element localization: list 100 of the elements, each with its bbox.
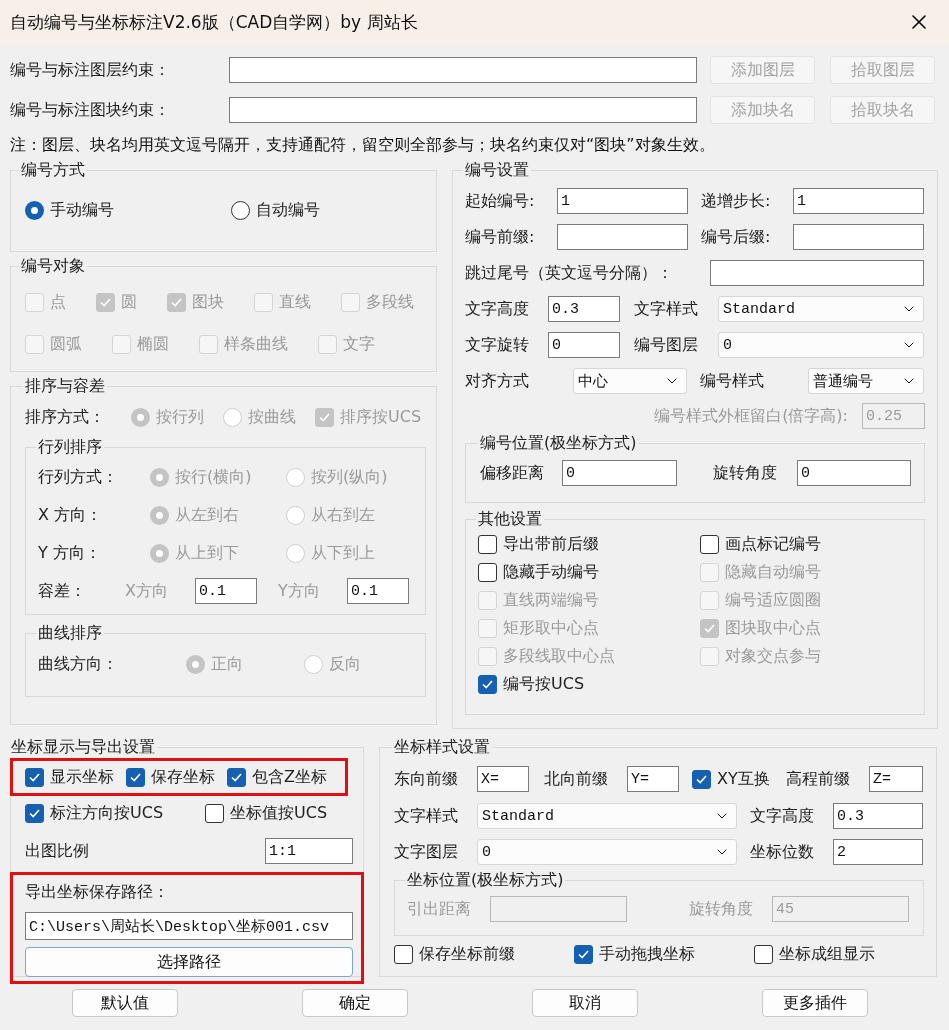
checkbox[interactable] [227,767,246,787]
checkbox[interactable] [25,803,44,823]
field-label: 坐标位数 [750,841,815,863]
checkbox-label: XY互换 [717,768,770,790]
checkbox-label: 多段线 [366,291,414,313]
checkbox[interactable] [574,944,593,964]
radio-label: 反向 [329,653,361,675]
checkbox-label: 隐藏手动编号 [503,562,599,583]
checkbox-label: 椭圆 [137,333,169,355]
dialog-button[interactable]: 默认值 [72,989,178,1017]
text-field[interactable]: 1 [793,188,924,214]
checkbox[interactable] [478,675,497,694]
field-label: 文字旋转 [465,334,530,356]
field-label: 文字图层 [394,841,459,863]
text-field[interactable]: Z= [869,766,923,792]
text-field[interactable]: 0 [797,460,911,486]
group-title: 编号对象 [20,256,86,277]
radio-button[interactable] [25,200,44,220]
group-title: 编号方式 [20,160,86,181]
checkbox-label: 圆 [121,291,137,313]
text-field[interactable]: 0 [562,460,677,486]
dialog-button[interactable]: 取消 [532,989,638,1017]
text-field[interactable]: 2 [833,839,923,865]
dropdown[interactable]: Standard [718,296,924,322]
checkbox-label: 导出带前后缀 [503,534,599,555]
checkbox[interactable] [126,767,145,787]
field-label: Y方向 [278,580,321,602]
radio-label: 从右到左 [311,504,375,526]
text-field[interactable]: C:\Users\周站长\Desktop\坐标001.csv [25,912,353,940]
text-field[interactable]: Y= [627,766,679,792]
text-field[interactable] [229,97,697,123]
text-field[interactable]: X= [477,766,529,792]
field-label: 编号前缀: [465,226,536,248]
field-label: 编号样式外框留白(倍字高): [654,405,848,427]
checkbox[interactable] [205,803,224,823]
text-field[interactable]: 0.3 [548,296,620,322]
checkbox-label: 坐标值按UCS [230,802,328,824]
checkbox-label: 点 [50,291,66,313]
field-label: 旋转角度 [689,898,754,920]
checkbox-label: 显示坐标 [50,766,114,788]
dropdown[interactable]: 0 [477,839,737,865]
choose-path-button[interactable]: 选择路径 [25,947,353,977]
checkbox[interactable] [478,563,497,582]
dropdown[interactable]: Standard [477,803,737,829]
field-label: 高程前缀 [786,768,851,790]
checkbox[interactable] [25,767,44,787]
field-label: 容差： [38,580,87,602]
checkbox-label: 排序按UCS [340,406,422,428]
text-field[interactable] [557,224,688,250]
radio-label: 手动编号 [50,199,114,221]
radio-label: 按行(横向) [175,466,252,488]
group-title: 坐标样式设置 [393,737,491,758]
field-label: 编号样式 [700,370,765,392]
field-label: 出图比例 [25,840,90,862]
checkbox-label: 保存坐标 [151,766,215,788]
checkbox[interactable] [394,944,413,964]
radio-label: 按列(纵向) [311,466,388,488]
group-title: 曲线排序 [37,623,103,644]
field-label: 旋转角度 [713,462,778,484]
window-title: 自动编号与坐标标注V2.6版（CAD自学网）by 周站长 [10,10,418,34]
radio-label: 正向 [211,653,243,675]
radio-button[interactable] [231,200,250,220]
radio-label: 按曲线 [248,406,296,428]
group-title: 排序与容差 [24,376,106,397]
field-label: X 方向： [38,504,104,526]
checkbox[interactable] [700,535,719,554]
radio-label: 从左到右 [175,504,239,526]
text-field[interactable]: 1 [557,188,688,214]
group-title: 坐标位置(极坐标方式) [406,870,565,891]
checkbox-label: 直线两端编号 [503,590,599,611]
checkbox-label: 对象交点参与 [725,646,821,667]
dropdown[interactable]: 普通编号 [808,368,924,394]
checkbox-label: 手动拖拽坐标 [599,943,695,965]
checkbox[interactable] [754,944,773,964]
checkbox-label: 编号适应圆圈 [725,590,821,611]
text-field[interactable] [710,260,924,286]
field-label: 排序方式： [25,406,106,428]
dialog-button[interactable]: 确定 [302,989,408,1017]
dialog-button[interactable]: 更多插件 [762,989,868,1017]
text-field[interactable]: 0 [548,332,620,358]
group-title: 编号设置 [464,160,530,181]
checkbox-label: 编号按UCS [503,674,585,695]
field-label: 跳过尾号（英文逗号分隔）： [465,262,674,284]
checkbox[interactable] [478,535,497,554]
field-label: 递增步长: [701,190,772,212]
radio-label: 从上到下 [175,542,239,564]
field-label: 曲线方向： [38,653,119,675]
dropdown[interactable]: 0 [718,332,924,358]
text-field[interactable] [793,224,924,250]
text-field[interactable] [229,57,697,83]
dropdown[interactable]: 中心 [573,368,687,394]
checkbox[interactable] [692,769,711,789]
text-field[interactable]: 1:1 [265,838,353,864]
field-label: 北向前缀 [544,768,609,790]
field-label: 文字高度 [750,805,815,827]
field-label: X方向 [125,580,169,602]
field-label: 编号与标注图层约束： [10,59,171,81]
checkbox-label: 图块 [192,291,224,313]
text-field[interactable]: 0.3 [833,803,923,829]
field-label: 行列方式： [38,466,119,488]
